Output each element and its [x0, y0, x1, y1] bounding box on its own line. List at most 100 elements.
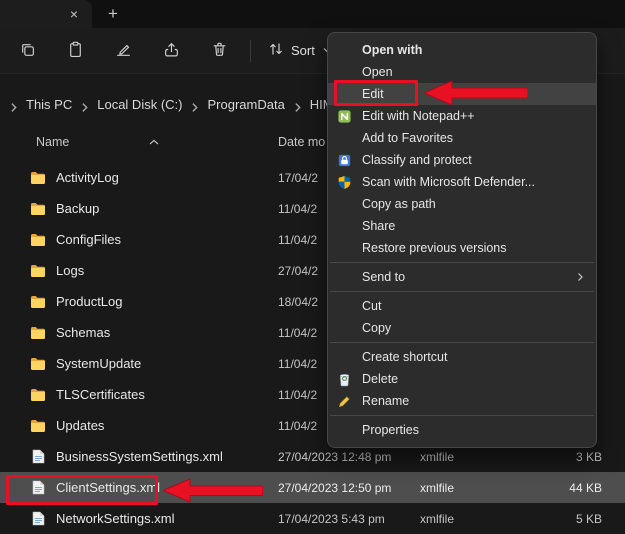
menu-item-label: Cut: [362, 299, 381, 313]
name-cell: Backup: [0, 201, 278, 216]
breadcrumb-item-local-disk[interactable]: Local Disk (C:): [90, 97, 189, 113]
column-header-name[interactable]: Name: [0, 135, 278, 149]
folder-icon: [30, 295, 46, 309]
folder-icon: [30, 326, 46, 340]
menu-item-delete[interactable]: Delete: [328, 368, 596, 390]
menu-item-share[interactable]: Share: [328, 215, 596, 237]
submenu-chevron-icon: [576, 272, 584, 282]
recycle-bin-icon: [337, 372, 362, 387]
chevron-right-icon: [292, 102, 303, 113]
xml-file-icon: [30, 511, 46, 526]
file-name: Updates: [56, 418, 104, 433]
menu-item-label: Restore previous versions: [362, 241, 507, 255]
paste-icon: [67, 41, 84, 61]
menu-item-restore-previous-versions[interactable]: Restore previous versions: [328, 237, 596, 259]
name-cell: TLSCertificates: [0, 387, 278, 402]
file-size: 44 KB: [540, 481, 620, 495]
menu-item-add-to-favorites[interactable]: Add to Favorites: [328, 127, 596, 149]
file-name: BusinessSystemSettings.xml: [56, 449, 223, 464]
folder-icon: [30, 202, 46, 216]
file-type: xmlfile: [420, 481, 540, 495]
file-date: 17/04/2023 5:43 pm: [278, 512, 420, 526]
sort-icon: [268, 41, 284, 60]
name-cell: Logs: [0, 263, 278, 278]
menu-item-edit-with-notepadpp[interactable]: Edit with Notepad++: [328, 105, 596, 127]
share-button[interactable]: [152, 35, 190, 67]
paste-button[interactable]: [56, 35, 94, 67]
menu-item-label: Copy as path: [362, 197, 436, 211]
menu-item-label: Share: [362, 219, 395, 233]
menu-item-label: Add to Favorites: [362, 131, 453, 145]
file-date: 27/04/2023 12:50 pm: [278, 481, 420, 495]
annotation-rect-edit: [334, 80, 418, 106]
menu-item-label: Properties: [362, 423, 419, 437]
file-name: Schemas: [56, 325, 110, 340]
folder-icon: [30, 171, 46, 185]
tab-close-icon[interactable]: ×: [70, 7, 78, 21]
explorer-tab[interactable]: ×: [0, 0, 92, 28]
name-cell: ActivityLog: [0, 170, 278, 185]
chevron-right-icon: [79, 102, 90, 113]
menu-item-rename[interactable]: Rename: [328, 390, 596, 412]
share-icon: [163, 41, 180, 61]
breadcrumb-item-this-pc[interactable]: This PC: [19, 97, 79, 113]
name-cell: BusinessSystemSettings.xml: [0, 449, 278, 464]
table-row[interactable]: NetworkSettings.xml 17/04/2023 5:43 pm x…: [0, 503, 625, 534]
file-name: Logs: [56, 263, 84, 278]
menu-item-create-shortcut[interactable]: Create shortcut: [328, 346, 596, 368]
tab-bar: × +: [0, 0, 625, 28]
folder-icon: [30, 357, 46, 371]
delete-button[interactable]: [200, 35, 238, 67]
file-date: 27/04/2023 12:48 pm: [278, 450, 420, 464]
name-cell: ConfigFiles: [0, 232, 278, 247]
menu-item-copy-as-path[interactable]: Copy as path: [328, 193, 596, 215]
menu-item-label: Open with: [362, 43, 422, 57]
breadcrumb-item-programdata[interactable]: ProgramData: [200, 97, 291, 113]
file-name: ConfigFiles: [56, 232, 121, 247]
menu-item-send-to[interactable]: Send to: [328, 266, 596, 288]
annotation-rect-clientsettings: [6, 475, 158, 505]
menu-item-label: Rename: [362, 394, 409, 408]
sort-label: Sort: [291, 43, 315, 58]
copy-button[interactable]: [8, 35, 46, 67]
menu-separator: [330, 262, 594, 263]
trash-icon: [211, 41, 228, 61]
name-cell: ProductLog: [0, 294, 278, 309]
menu-item-label: Edit with Notepad++: [362, 109, 475, 123]
file-name: NetworkSettings.xml: [56, 511, 174, 526]
xml-file-icon: [30, 449, 46, 464]
menu-item-scan-with-defender[interactable]: Scan with Microsoft Defender...: [328, 171, 596, 193]
menu-item-label: Scan with Microsoft Defender...: [362, 175, 535, 189]
folder-icon: [30, 264, 46, 278]
menu-separator: [330, 415, 594, 416]
new-tab-button[interactable]: +: [98, 0, 128, 28]
rename-button[interactable]: [104, 35, 142, 67]
file-name: SystemUpdate: [56, 356, 141, 371]
column-name-label: Name: [36, 135, 69, 149]
toolbar-divider: [250, 40, 251, 62]
file-name: ProductLog: [56, 294, 123, 309]
menu-item-classify-and-protect[interactable]: Classify and protect: [328, 149, 596, 171]
name-cell: NetworkSettings.xml: [0, 511, 278, 526]
sort-ascending-icon: [149, 139, 159, 145]
name-cell: SystemUpdate: [0, 356, 278, 371]
file-size: 3 KB: [540, 450, 620, 464]
menu-item-open-with[interactable]: Open with: [328, 39, 596, 61]
file-name: Backup: [56, 201, 99, 216]
menu-separator: [330, 291, 594, 292]
menu-separator: [330, 342, 594, 343]
file-type: xmlfile: [420, 512, 540, 526]
menu-item-copy[interactable]: Copy: [328, 317, 596, 339]
file-name: TLSCertificates: [56, 387, 145, 402]
menu-item-label: Open: [362, 65, 393, 79]
defender-shield-icon: [337, 175, 362, 190]
menu-item-properties[interactable]: Properties: [328, 419, 596, 441]
menu-item-cut[interactable]: Cut: [328, 295, 596, 317]
menu-item-label: Classify and protect: [362, 153, 472, 167]
annotation-arrow-edit: [424, 80, 528, 106]
menu-item-label: Create shortcut: [362, 350, 447, 364]
folder-icon: [30, 388, 46, 402]
name-cell: Updates: [0, 418, 278, 433]
menu-item-label: Delete: [362, 372, 398, 386]
file-size: 5 KB: [540, 512, 620, 526]
